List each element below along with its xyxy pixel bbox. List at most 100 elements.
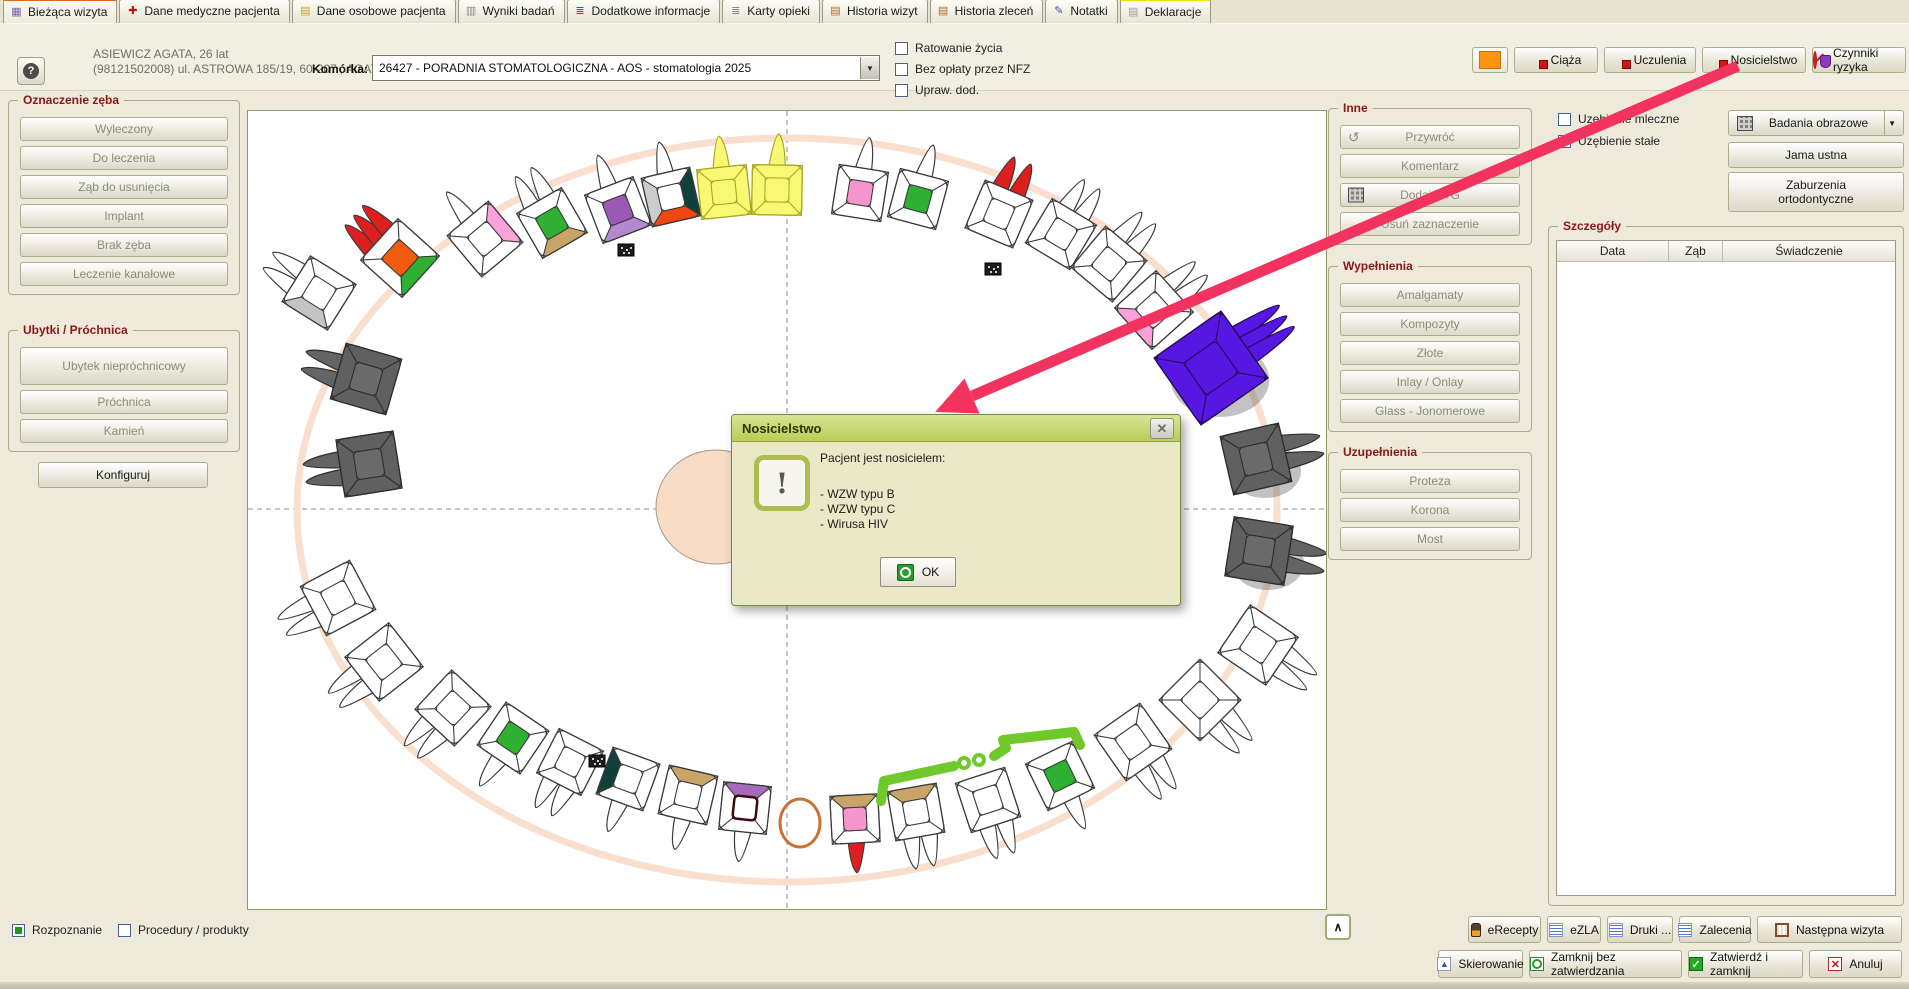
tab-dodatkowe-informacje[interactable]: ≣Dodatkowe informacje xyxy=(567,0,721,23)
uczulenia-button[interactable]: Uczulenia xyxy=(1604,47,1696,73)
chevron-down-icon[interactable]: ▼ xyxy=(1884,111,1899,135)
tab-deklaracje[interactable]: ▤Deklaracje xyxy=(1120,0,1212,23)
konfiguruj-button[interactable]: Konfiguruj xyxy=(38,462,208,488)
kompozyty-button[interactable]: Kompozyty xyxy=(1340,312,1520,336)
czynniki-ryzyka-button[interactable]: Czynniki ryzyka xyxy=(1812,47,1906,73)
medicine-bottle-icon xyxy=(1471,923,1481,937)
zalecenia-button[interactable]: Zalecenia xyxy=(1679,916,1751,943)
button-label: Złote xyxy=(1417,346,1444,360)
chevron-down-icon[interactable]: ▼ xyxy=(860,57,879,79)
color-swatch-button[interactable] xyxy=(1472,47,1508,73)
usun-zaznaczenie-button[interactable]: Usuń zaznaczenie xyxy=(1340,212,1520,236)
tab-label: Historia wizyt xyxy=(847,4,918,18)
form-icon xyxy=(1609,923,1623,937)
ok-button[interactable]: OK xyxy=(880,557,956,587)
tab-label: Wyniki badań xyxy=(483,4,555,18)
column-header-data[interactable]: Data xyxy=(1557,241,1669,261)
zab-do-usuniecia-button[interactable]: Ząb do usunięcia xyxy=(20,175,228,199)
column-header-swiadczenie[interactable]: Świadczenie xyxy=(1723,241,1895,261)
upraw-dod-checkbox[interactable] xyxy=(895,84,908,97)
tooth[interactable] xyxy=(752,134,803,216)
tooth[interactable] xyxy=(1225,517,1326,591)
button-label: Brak zęba xyxy=(97,238,151,252)
tooth[interactable] xyxy=(392,670,491,771)
care-cards-icon: ≣ xyxy=(729,6,742,16)
dialog-items: - WZW typu B - WZW typu C - Wirusa HIV xyxy=(820,487,895,532)
druki-button[interactable]: Druki ... xyxy=(1607,916,1673,943)
baby-icon xyxy=(1531,53,1545,67)
nastepna-wizyta-button[interactable]: Następna wizyta xyxy=(1757,916,1902,943)
tooth[interactable] xyxy=(1220,415,1326,495)
proteza-button[interactable]: Proteza xyxy=(1340,469,1520,493)
jama-ustna-button[interactable]: Jama ustna xyxy=(1728,142,1904,168)
wyleczony-button[interactable]: Wyleczony xyxy=(20,117,228,141)
uzebienie-mleczne-checkbox[interactable] xyxy=(1558,113,1571,126)
tooth[interactable] xyxy=(1218,605,1326,706)
zamknij-bez-zatwierdzania-button[interactable]: Zamknij bez zatwierdzania xyxy=(1529,950,1682,978)
tab-karty-opieki[interactable]: ≣Karty opieki xyxy=(722,0,820,23)
bez-oplaty-checkbox[interactable] xyxy=(895,63,908,76)
zaburzenia-ortodontyczne-button[interactable]: Zaburzenia ortodontyczne xyxy=(1728,172,1904,212)
tooth[interactable] xyxy=(1025,741,1109,840)
button-label: OK xyxy=(922,565,939,579)
komentarz-button[interactable]: Komentarz xyxy=(1340,154,1520,178)
tooth[interactable] xyxy=(253,238,356,330)
dialog-titlebar[interactable]: Nosicielstwo ✕ xyxy=(732,415,1180,442)
collapse-button[interactable]: ∧ xyxy=(1325,914,1351,940)
glass-jonomerowe-button[interactable]: Glass - Jonomerowe xyxy=(1340,399,1520,423)
tooth[interactable] xyxy=(296,333,402,415)
xray-tag-icon[interactable] xyxy=(618,244,634,256)
amalgamaty-button[interactable]: Amalgamaty xyxy=(1340,283,1520,307)
tab-biezaca-wizyta[interactable]: ▦Bieżąca wizyta xyxy=(3,0,117,23)
uzebienie-stale-checkbox[interactable] xyxy=(1558,135,1571,148)
question-icon: ? xyxy=(23,63,39,79)
ezla-button[interactable]: eZLA xyxy=(1547,916,1601,943)
brak-zeba-button[interactable]: Brak zęba xyxy=(20,233,228,257)
tab-historia-wizyt[interactable]: ▤Historia wizyt xyxy=(822,0,928,23)
korona-button[interactable]: Korona xyxy=(1340,498,1520,522)
help-button[interactable]: ? xyxy=(17,57,45,85)
dodaj-rtg-button[interactable]: Dodaj RTG xyxy=(1340,183,1520,207)
przywroc-button[interactable]: ↺Przywróć xyxy=(1340,125,1520,149)
tooth[interactable] xyxy=(425,175,523,277)
kamien-button[interactable]: Kamień xyxy=(20,419,228,443)
tab-historia-zlecen[interactable]: ▤Historia zleceń xyxy=(930,0,1044,23)
tooth[interactable] xyxy=(955,767,1030,863)
tooth[interactable] xyxy=(651,765,718,855)
ciaza-button[interactable]: Ciąża xyxy=(1514,47,1598,73)
do-leczenia-button[interactable]: Do leczenia xyxy=(20,146,228,170)
tooth[interactable] xyxy=(887,783,950,871)
tab-dane-medyczne[interactable]: ✚Dane medyczne pacjenta xyxy=(119,0,289,23)
inlay-onlay-button[interactable]: Inlay / Onlay xyxy=(1340,370,1520,394)
tooth[interactable] xyxy=(780,799,820,847)
zatwierdz-i-zamknij-button[interactable]: ✓ Zatwierdź i zamknij xyxy=(1688,950,1803,978)
ubytek-nieprochnicowy-button[interactable]: Ubytek niepróchnicowy xyxy=(20,347,228,385)
column-header-zab[interactable]: Ząb xyxy=(1669,241,1723,261)
tab-wyniki-badan[interactable]: ▥Wyniki badań xyxy=(458,0,565,23)
xray-tag-icon[interactable] xyxy=(985,263,1001,275)
skierowanie-button[interactable]: ▲ Skierowanie xyxy=(1438,950,1523,978)
rozpoznanie-checkbox[interactable] xyxy=(12,924,25,937)
tab-notatki[interactable]: ✎Notatki xyxy=(1045,0,1117,23)
xray-tag-icon[interactable] xyxy=(589,755,605,767)
leczenie-kanalowe-button[interactable]: Leczenie kanałowe xyxy=(20,262,228,286)
prochnica-button[interactable]: Próchnica xyxy=(20,390,228,414)
anuluj-button[interactable]: ✕ Anuluj xyxy=(1809,950,1902,978)
badania-obrazowe-button[interactable]: Badania obrazowe ▼ xyxy=(1728,110,1904,136)
zlote-button[interactable]: Złote xyxy=(1340,341,1520,365)
implant-button[interactable]: Implant xyxy=(20,204,228,228)
tab-dane-osobowe[interactable]: ▤Dane osobowe pacjenta xyxy=(292,0,456,23)
tooth[interactable] xyxy=(269,560,375,652)
nosicielstwo-button[interactable]: Nosicielstwo xyxy=(1702,47,1806,73)
close-icon[interactable]: ✕ xyxy=(1150,418,1174,439)
erecepty-button[interactable]: eRecepty xyxy=(1468,916,1541,943)
details-table[interactable]: Data Ząb Świadczenie xyxy=(1556,240,1896,896)
procedury-produkty-checkbox[interactable] xyxy=(118,924,131,937)
checkbox-label: Bez opłaty przez NFZ xyxy=(915,62,1030,76)
most-button[interactable]: Most xyxy=(1340,527,1520,551)
tooth[interactable] xyxy=(716,782,772,864)
unit-select[interactable]: 26427 - PORADNIA STOMATOLOGICZNA - AOS -… xyxy=(372,55,880,81)
tooth[interactable] xyxy=(300,431,402,503)
ratowanie-zycia-checkbox[interactable] xyxy=(895,42,908,55)
tooth[interactable] xyxy=(830,794,882,874)
